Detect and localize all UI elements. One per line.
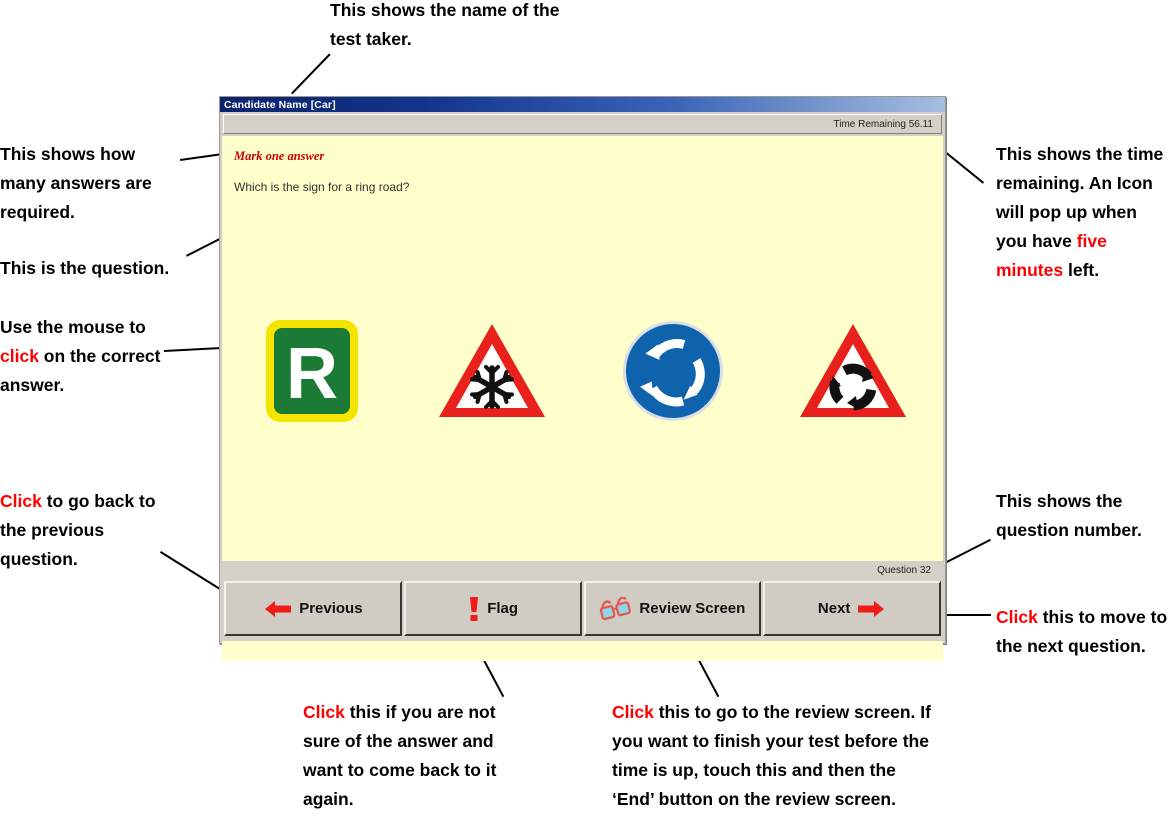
question-text: Which is the sign for a ring road? — [234, 180, 410, 194]
annotation-previous-red: Click — [0, 491, 42, 511]
green-r-rectangle-sign-icon: R — [266, 320, 359, 422]
roundabout-triangle-sign-icon — [799, 324, 906, 417]
navigation-bar: Question 32 Previous Flag Review Screen … — [222, 561, 943, 641]
exclamation-icon — [470, 596, 479, 621]
blue-roundabout-circle-sign-icon — [622, 321, 723, 421]
leader-line-candidate-name — [291, 53, 331, 95]
answer-option-roundabout-ahead-sign[interactable] — [763, 321, 943, 421]
annotation-question: This is the question. — [0, 254, 200, 283]
flag-button[interactable]: Flag — [403, 581, 582, 636]
annotation-mouse-pre: Use the mouse to — [0, 317, 146, 337]
question-number-label: Question 32 — [877, 565, 931, 576]
answer-option-ice-warning-sign[interactable] — [402, 321, 582, 421]
previous-button-label: Previous — [299, 600, 363, 617]
review-screen-button[interactable]: Review Screen — [583, 581, 762, 636]
annotation-time-post: left. — [1063, 260, 1100, 280]
annotation-question-number-text: This shows the question number. — [996, 491, 1142, 540]
annotation-review-red: Click — [612, 702, 654, 722]
annotation-next-button: Click this to move to the next question. — [996, 603, 1171, 661]
right-arrow-icon — [858, 600, 885, 617]
annotation-review-post: this to go to the review screen. If you … — [612, 702, 931, 809]
annotation-candidate-name: This shows the name of the test taker. — [330, 0, 560, 54]
snowflake-triangle-sign-icon — [439, 324, 546, 417]
svg-text:R: R — [286, 334, 338, 414]
next-button[interactable]: Next — [763, 581, 941, 636]
mark-one-answer-label: Mark one answer — [234, 149, 325, 163]
annotation-flag-button: Click this if you are not sure of the an… — [303, 698, 518, 814]
annotation-next-red: Click — [996, 607, 1038, 627]
glasses-icon — [600, 596, 632, 620]
window-titlebar: Candidate Name [Car] — [220, 97, 945, 112]
annotation-mouse-red: click — [0, 346, 39, 366]
annotation-previous-button: Click to go back to the previous questio… — [0, 487, 175, 574]
flag-button-label: Flag — [487, 600, 519, 617]
annotation-answers-required-text: This shows how many answers are required… — [0, 144, 152, 222]
annotation-candidate-name-text: This shows the name of the test taker. — [330, 0, 560, 49]
answer-option-ring-road-sign[interactable]: R — [222, 318, 402, 424]
annotation-review-button: Click this to go to the review screen. I… — [612, 698, 942, 814]
annotation-answers-required: This shows how many answers are required… — [0, 140, 175, 227]
annotation-time-remaining: This shows the time remaining. An Icon w… — [996, 140, 1171, 285]
annotation-flag-red: Click — [303, 702, 345, 722]
annotation-question-text: This is the question. — [0, 258, 170, 278]
previous-button[interactable]: Previous — [224, 581, 402, 636]
answer-options-row: R — [222, 311, 943, 431]
annotation-mouse-click: Use the mouse to click on the correct an… — [0, 313, 180, 400]
annotation-question-number: This shows the question number. — [996, 487, 1171, 545]
navigation-button-row: Previous Flag Review Screen Next — [224, 581, 941, 636]
exam-window: Candidate Name [Car] Time Remaining 56.1… — [219, 96, 946, 661]
time-remaining-label: Time Remaining 56.11 — [833, 118, 934, 130]
next-button-label: Next — [817, 600, 851, 617]
candidate-name-label: Candidate Name [Car] — [224, 98, 336, 111]
review-screen-button-label: Review Screen — [639, 600, 746, 617]
time-remaining-bar: Time Remaining 56.11 — [223, 114, 942, 134]
left-arrow-icon — [265, 600, 292, 617]
answer-option-mini-roundabout-sign[interactable] — [583, 319, 763, 423]
